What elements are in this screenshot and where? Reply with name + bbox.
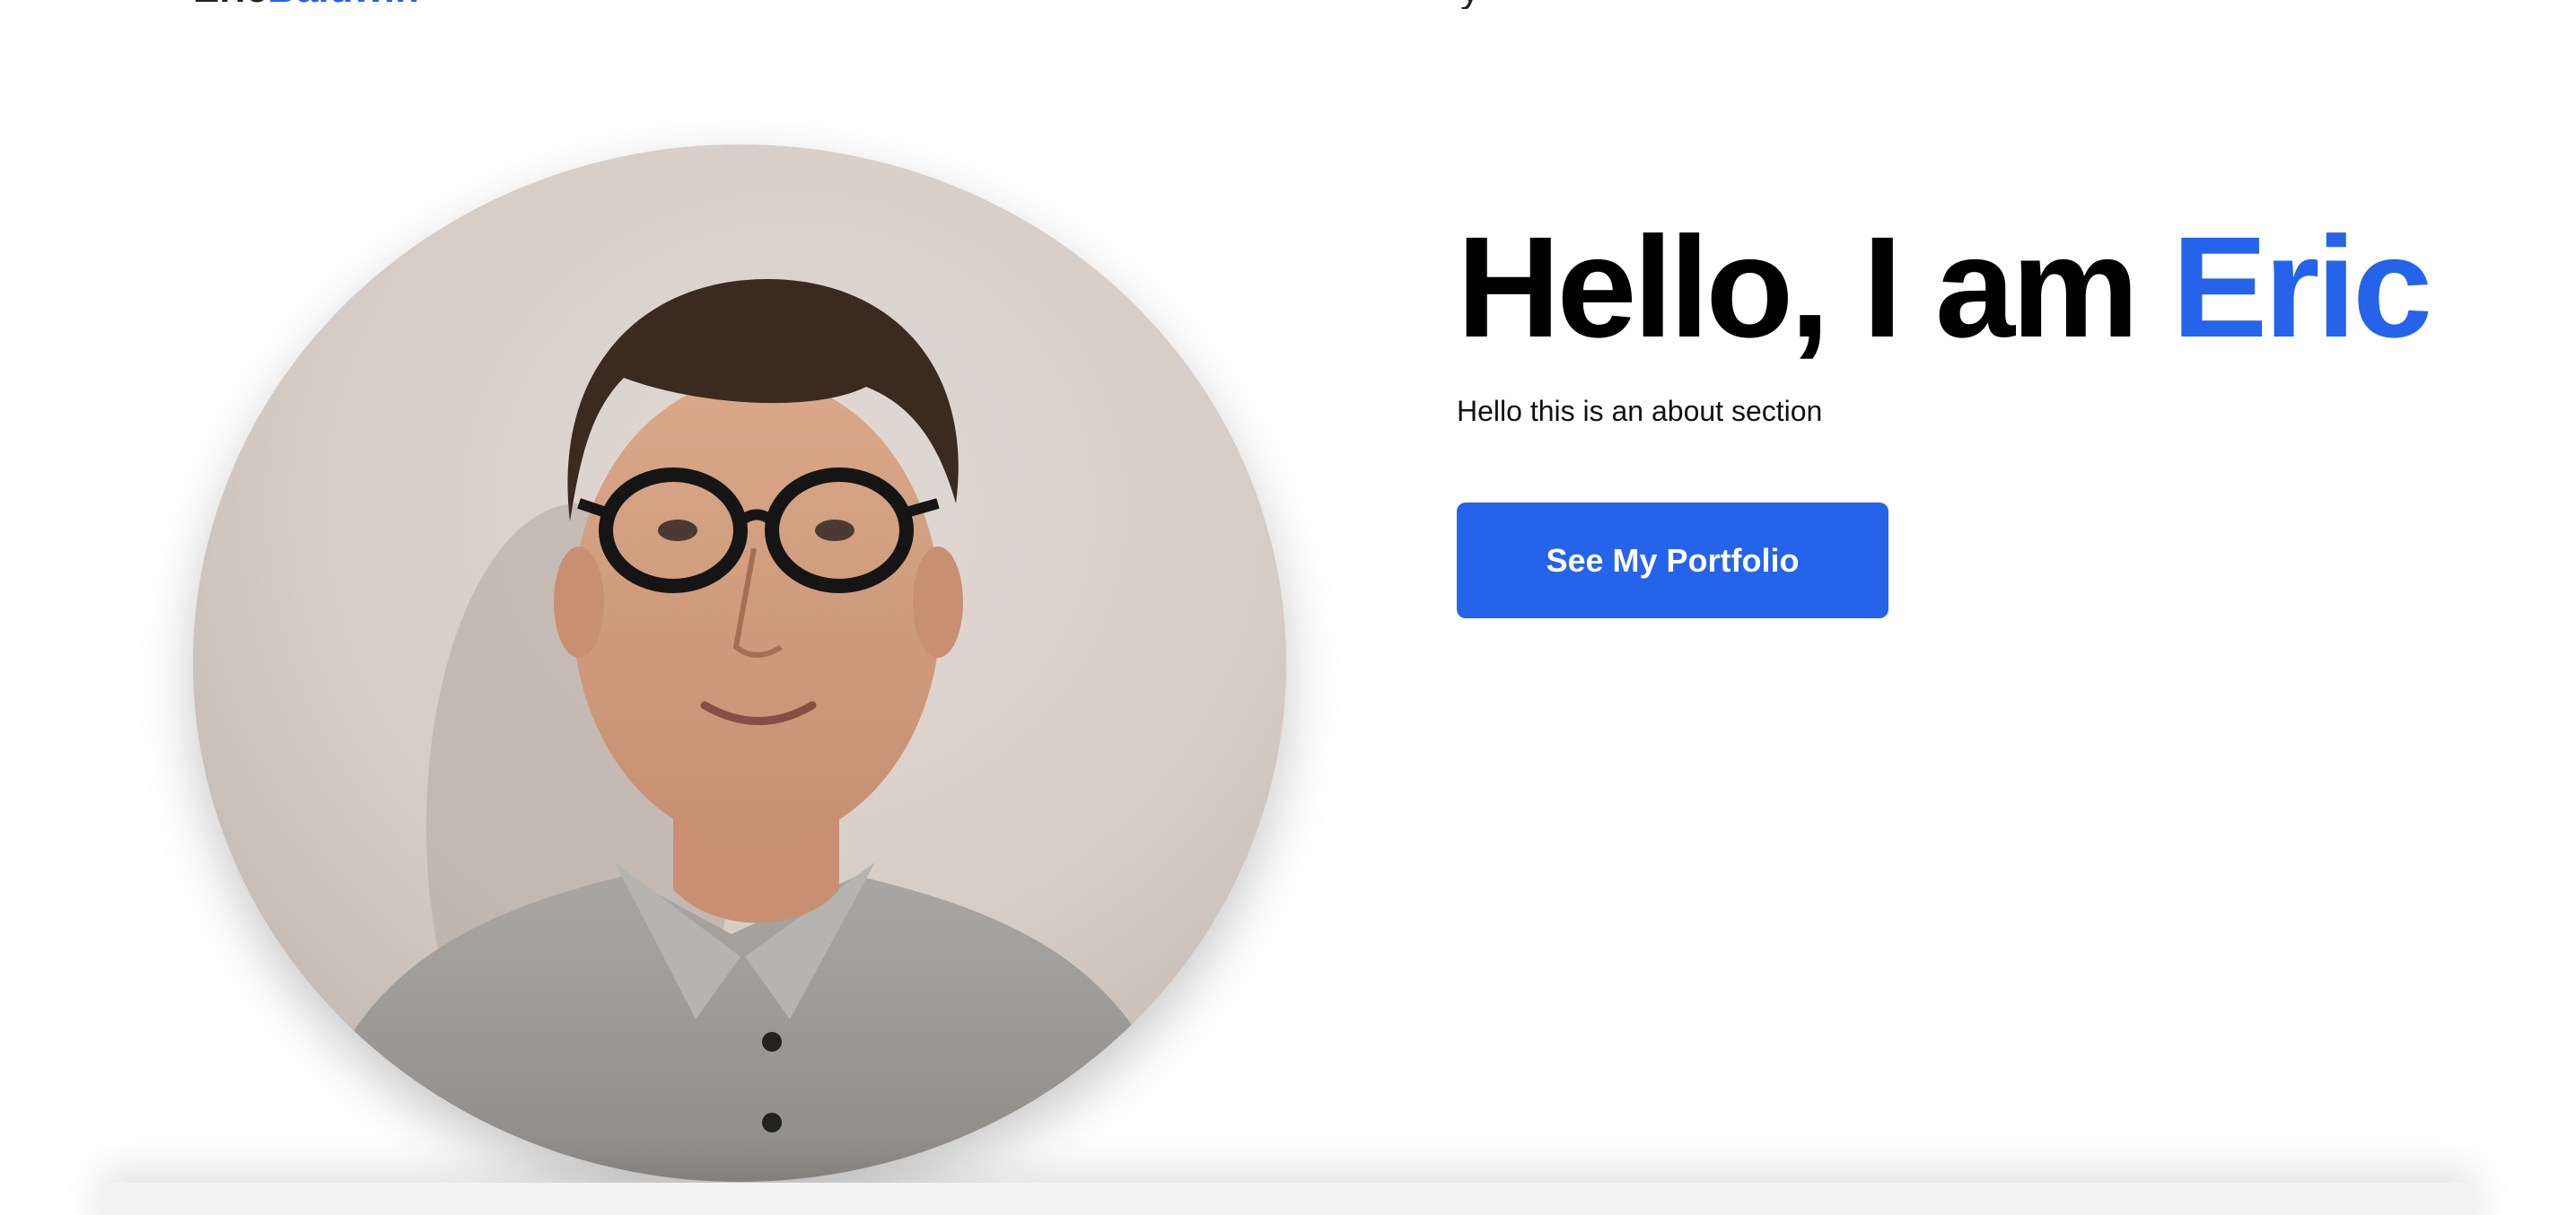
next-section-edge <box>99 1183 2477 1215</box>
brand-logo[interactable]: EricBaldwin <box>193 0 419 9</box>
brand-first-name: Eric <box>193 0 267 9</box>
brand-last-name: Baldwin <box>267 0 419 9</box>
hero-title-prefix: Hello, I am <box>1457 206 2172 367</box>
profile-photo <box>193 144 1286 1182</box>
profile-photo-illustration <box>193 144 1286 1182</box>
page: EricBaldwin y <box>0 0 2576 1215</box>
hero-title-name: Eric <box>2171 206 2432 367</box>
hero-title: Hello, I am Eric <box>1457 215 2444 359</box>
hero-subtitle: Hello this is an about section <box>1457 395 1823 427</box>
hero-text-section: Hello, I am Eric Hello this is an about … <box>1457 215 2444 618</box>
navbar: EricBaldwin y <box>0 0 2576 9</box>
nav-link-fragment[interactable]: y <box>1460 0 1480 9</box>
see-portfolio-button[interactable]: See My Portfolio <box>1457 503 1888 618</box>
